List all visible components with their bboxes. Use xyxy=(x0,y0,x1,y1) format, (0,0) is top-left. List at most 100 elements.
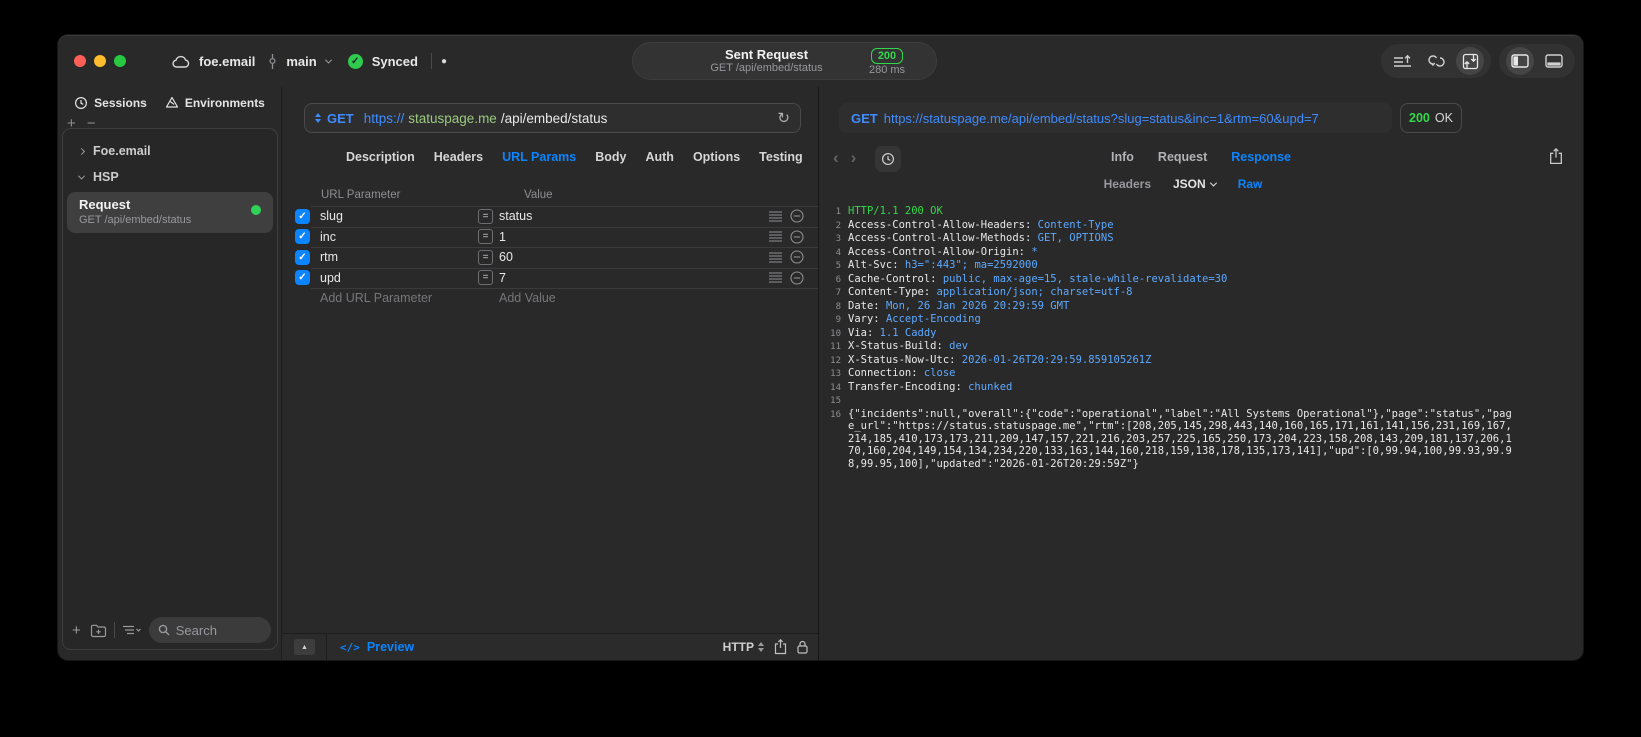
param-checkbox[interactable]: ✓ xyxy=(295,229,310,245)
tab-sessions[interactable]: Sessions xyxy=(74,96,147,110)
drag-lines-icon[interactable] xyxy=(769,272,782,283)
sync-loop-icon[interactable] xyxy=(1422,47,1450,75)
equals-icon: = xyxy=(478,270,493,286)
header-name-token: Transfer-Encoding: xyxy=(848,380,969,393)
response-line: 6 Cache-Control: public, max-age=15, stal… xyxy=(819,273,1583,287)
param-name-field[interactable]: rtm xyxy=(320,250,338,264)
param-checkbox[interactable]: ✓ xyxy=(295,270,310,286)
request-url-bar[interactable]: GET https://statuspage.me/api/embed/stat… xyxy=(304,103,801,133)
chevron-down-icon xyxy=(77,172,86,180)
bottom-panel-icon[interactable] xyxy=(1540,47,1568,75)
tab-info[interactable]: Info xyxy=(1111,150,1134,164)
response-method: GET xyxy=(851,110,878,126)
remove-circle-icon[interactable] xyxy=(790,250,804,264)
collapse-panel-button[interactable]: ▲ xyxy=(294,639,315,655)
tab-auth[interactable]: Auth xyxy=(645,150,673,164)
remove-circle-icon[interactable] xyxy=(790,230,804,244)
search-field[interactable] xyxy=(148,617,271,643)
tab-testing[interactable]: Testing xyxy=(759,150,803,164)
editor-tabs: Description Headers URL Params Body Auth… xyxy=(346,150,818,164)
add-request-button[interactable]: + xyxy=(70,622,83,639)
line-number: 12 xyxy=(830,355,841,366)
tab-body[interactable]: Body xyxy=(595,150,626,164)
request-summary-pill[interactable]: Sent Request GET /api/embed/status 200 2… xyxy=(632,42,937,80)
line-content: Alt-Svc: h3=":443"; ma=2592000 xyxy=(848,259,1583,273)
remove-circle-icon[interactable] xyxy=(790,209,804,223)
tab-headers[interactable]: Headers xyxy=(434,150,483,164)
drag-lines-icon[interactable] xyxy=(769,231,782,242)
tab-request[interactable]: Request xyxy=(1158,150,1207,164)
param-value-field[interactable]: status xyxy=(499,209,532,223)
protocol-selector[interactable]: HTTP xyxy=(723,640,754,654)
param-row-actions xyxy=(769,250,804,264)
line-content: Vary: Accept-Encoding xyxy=(848,313,1583,327)
share-icon[interactable] xyxy=(1549,148,1563,165)
param-name-field[interactable]: inc xyxy=(320,230,336,244)
param-name-field[interactable]: slug xyxy=(320,209,343,223)
param-value-field[interactable]: 7 xyxy=(499,271,506,285)
drag-lines-icon[interactable] xyxy=(769,252,782,263)
response-url-bar[interactable]: GET https://statuspage.me/api/embed/stat… xyxy=(839,103,1392,133)
response-line: 10 Via: 1.1 Caddy xyxy=(819,327,1583,341)
method-label[interactable]: GET xyxy=(327,111,354,126)
tree-item-foe-email[interactable]: Foe.email xyxy=(63,138,277,164)
tab-response[interactable]: Response xyxy=(1231,150,1291,164)
param-name-field[interactable]: upd xyxy=(320,271,341,285)
lock-icon[interactable] xyxy=(797,640,808,654)
project-name[interactable]: foe.email xyxy=(199,54,255,69)
import-export-icon[interactable] xyxy=(1456,47,1484,75)
sort-list-icon[interactable] xyxy=(122,624,142,636)
header-name-token: Vary: xyxy=(848,313,886,325)
tree-item-hsp[interactable]: HSP xyxy=(63,164,277,190)
param-checkbox[interactable]: ✓ xyxy=(295,208,310,224)
line-content: Transfer-Encoding: chunked xyxy=(848,381,1583,395)
param-value-field[interactable]: 1 xyxy=(499,230,506,244)
method-stepper-icon[interactable] xyxy=(315,113,321,123)
tab-url-params[interactable]: URL Params xyxy=(502,150,576,164)
param-checkbox[interactable]: ✓ xyxy=(295,249,310,265)
tab-description[interactable]: Description xyxy=(346,150,415,164)
response-raw[interactable]: 1 HTTP/1.1 200 OK 2 Access-Control-Allow-He… xyxy=(819,205,1583,660)
column-value: Value xyxy=(524,189,553,201)
response-status-text: OK xyxy=(1434,111,1453,125)
request-list-item[interactable]: Request GET /api/embed/status xyxy=(67,192,273,233)
remove-circle-icon[interactable] xyxy=(790,271,804,285)
response-line: 13 Connection: close xyxy=(819,367,1583,381)
line-number: 15 xyxy=(830,396,841,406)
header-name-token: Date: xyxy=(848,299,886,312)
tab-environments[interactable]: Environments xyxy=(165,96,265,110)
tab-options[interactable]: Options xyxy=(693,150,740,164)
url-host: statuspage.me xyxy=(408,110,497,126)
protocol-stepper-icon[interactable] xyxy=(758,642,764,652)
param-value-field[interactable]: 60 xyxy=(499,250,513,264)
sessions-panel: Foe.email HSP Request GET /api/embed/sta… xyxy=(62,128,278,650)
body-json-token: {"incidents":null,"overall":{"code":"ope… xyxy=(848,407,1512,470)
minimize-button[interactable] xyxy=(94,55,106,67)
subtab-headers[interactable]: Headers xyxy=(1104,177,1151,191)
refresh-icon[interactable]: ↻ xyxy=(777,109,790,127)
line-number: 5 xyxy=(835,261,841,271)
close-button[interactable] xyxy=(74,55,86,67)
add-value-placeholder[interactable]: Add Value xyxy=(499,291,556,305)
share-icon[interactable] xyxy=(774,639,787,655)
folder-add-icon[interactable] xyxy=(90,623,107,638)
add-url-parameter-placeholder[interactable]: Add URL Parameter xyxy=(320,291,432,305)
drag-lines-icon[interactable] xyxy=(769,211,782,222)
subtab-raw[interactable]: Raw xyxy=(1238,177,1263,191)
branch-chevron-icon[interactable] xyxy=(324,56,332,64)
left-panel-icon[interactable] xyxy=(1506,47,1534,75)
preview-button[interactable]: Preview xyxy=(367,640,414,654)
line-number: 2 xyxy=(835,220,841,231)
response-line: 11 X-Status-Build: dev xyxy=(819,340,1583,354)
branch-name[interactable]: main xyxy=(286,54,316,69)
response-line: 3 Access-Control-Allow-Methods: GET, OPTI… xyxy=(819,232,1583,246)
zoom-button[interactable] xyxy=(114,55,126,67)
tab-environments-label: Environments xyxy=(184,96,265,110)
request-list-icon[interactable] xyxy=(1388,47,1416,75)
add-param-row[interactable]: Add URL Parameter Add Value xyxy=(282,288,818,309)
response-line: 2 Access-Control-Allow-Headers: Content-T… xyxy=(819,219,1583,233)
response-subtabs: Headers JSON Raw xyxy=(801,177,1565,191)
clock-icon xyxy=(74,96,88,110)
subtab-json[interactable]: JSON xyxy=(1173,177,1217,191)
search-input[interactable] xyxy=(175,622,262,638)
